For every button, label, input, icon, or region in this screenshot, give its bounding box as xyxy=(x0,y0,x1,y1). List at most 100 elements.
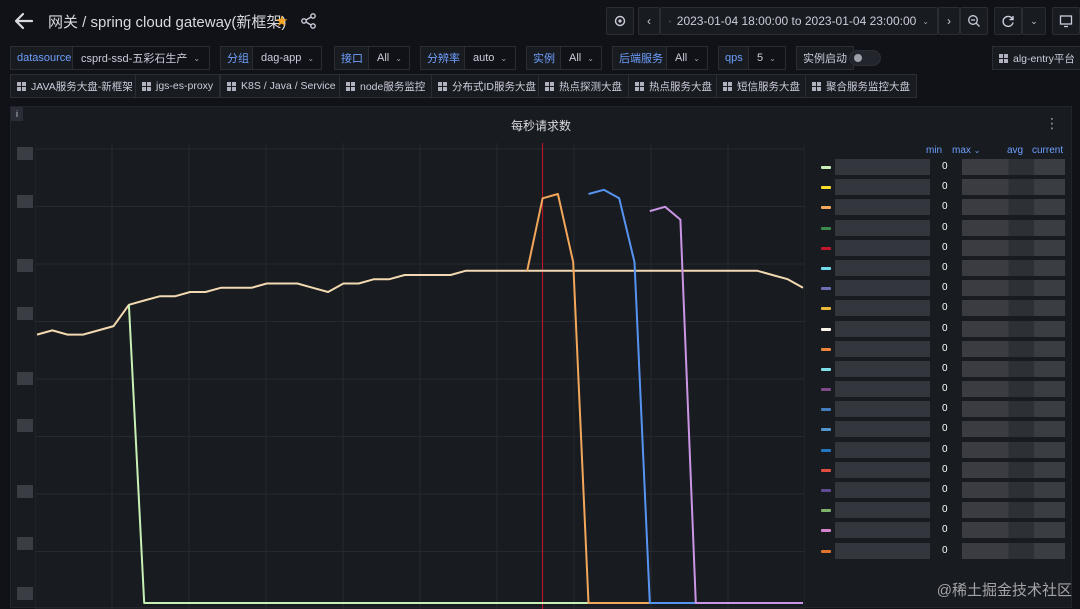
dashboard-link[interactable]: 聚合服务监控大盘 xyxy=(805,74,917,98)
legend-row[interactable]: 0 xyxy=(817,359,1067,379)
legend-header-label: max xyxy=(952,145,971,156)
chevron-right-icon: › xyxy=(947,14,951,28)
var-select-backend[interactable]: All ⌄ xyxy=(666,46,708,70)
legend-row[interactable]: 0 xyxy=(817,520,1067,540)
chevron-down-icon: ⌄ xyxy=(922,16,929,26)
legend-min-value: 0 xyxy=(942,544,948,556)
legend-header-max[interactable]: max ⌄ xyxy=(952,145,980,156)
zoom-out-icon xyxy=(968,15,980,27)
dashboard-link[interactable]: node服务监控 xyxy=(339,74,433,98)
legend-series-name-redacted xyxy=(835,360,930,377)
legend-row[interactable]: 0 xyxy=(817,541,1067,561)
var-label-group: 分组 xyxy=(220,46,256,70)
legend-stats-redacted xyxy=(962,340,1065,357)
dashboard-title[interactable]: 网关 / spring cloud gateway(新框架) xyxy=(48,11,286,32)
zoom-out-button[interactable] xyxy=(960,7,988,35)
legend-color-swatch xyxy=(821,388,831,392)
legend-row[interactable]: 0 xyxy=(817,278,1067,298)
legend-series-name-redacted xyxy=(835,401,930,418)
dashboard-grid-icon xyxy=(999,53,1008,63)
settings-button[interactable] xyxy=(606,7,634,35)
legend-row[interactable]: 0 xyxy=(817,339,1067,359)
legend-series-name-redacted xyxy=(835,199,930,216)
dashboard-link[interactable]: 分布式ID服务大盘 xyxy=(431,74,543,98)
legend-color-swatch xyxy=(821,408,831,412)
legend-row[interactable]: 0 xyxy=(817,379,1067,399)
refresh-button[interactable] xyxy=(994,7,1022,35)
legend-stats-redacted xyxy=(962,401,1065,418)
legend-row[interactable]: 0 xyxy=(817,157,1067,177)
var-select-group[interactable]: dag-app ⌄ xyxy=(252,46,322,70)
legend-row[interactable]: 0 xyxy=(817,319,1067,339)
link-label: alg-entry平台 xyxy=(1013,52,1075,65)
legend-row[interactable]: 0 xyxy=(817,399,1067,419)
rps-panel: i 每秒请求数 ⋮ min max ⌄ avg current 00000000… xyxy=(10,106,1072,609)
refresh-icon xyxy=(1002,15,1014,28)
legend-min-value: 0 xyxy=(942,201,948,213)
var-value: csprd-ssd-五彩石生产 xyxy=(81,53,188,65)
legend-row[interactable]: 0 xyxy=(817,298,1067,318)
link-label: 热点探测大盘 xyxy=(559,80,622,93)
legend-series-name-redacted xyxy=(835,522,930,539)
clock-icon xyxy=(669,20,671,22)
rps-line-chart[interactable] xyxy=(35,143,805,609)
legend-row[interactable]: 0 xyxy=(817,419,1067,439)
legend-min-value: 0 xyxy=(942,362,948,374)
var-label-datasource: datasource xyxy=(10,46,79,70)
legend-header-avg[interactable]: avg xyxy=(1007,145,1023,156)
dashboard-grid-icon xyxy=(812,81,821,91)
link-label: 分布式ID服务大盘 xyxy=(452,80,536,93)
dashboard-link[interactable]: K8S / Java / Service xyxy=(220,74,343,98)
var-select-resolution[interactable]: auto ⌄ xyxy=(464,46,516,70)
series-line-3 xyxy=(588,188,803,604)
back-arrow-icon[interactable] xyxy=(12,9,36,33)
panel-title[interactable]: 每秒请求数 xyxy=(11,117,1071,134)
legend-row[interactable]: 0 xyxy=(817,460,1067,480)
link-alg-entry[interactable]: alg-entry平台 xyxy=(992,46,1080,70)
legend-header-current[interactable]: current xyxy=(1032,145,1063,156)
legend-min-value: 0 xyxy=(942,322,948,334)
var-select-instance[interactable]: All ⌄ xyxy=(560,46,602,70)
dashboard-link[interactable]: JAVA服务大盘-新框架 xyxy=(10,74,140,98)
dashboard-link[interactable]: 热点探测大盘 xyxy=(538,74,629,98)
dashboard-link[interactable]: 短信服务大盘 xyxy=(716,74,807,98)
refresh-interval-dropdown[interactable]: ⌄ xyxy=(1022,7,1046,35)
legend-min-value: 0 xyxy=(942,302,948,314)
time-shift-back-button[interactable]: ‹ xyxy=(638,7,660,35)
instance-start-toggle[interactable] xyxy=(849,50,881,66)
legend-row[interactable]: 0 xyxy=(817,258,1067,278)
legend-series-name-redacted xyxy=(835,542,930,559)
legend-stats-redacted xyxy=(962,461,1065,478)
time-range-picker[interactable]: 2023-01-04 18:00:00 to 2023-01-04 23:00:… xyxy=(660,7,938,35)
panel-menu-icon[interactable]: ⋮ xyxy=(1045,115,1059,132)
dashboard-link[interactable]: 热点服务大盘 xyxy=(628,74,719,98)
legend-row[interactable]: 0 xyxy=(817,218,1067,238)
share-icon[interactable] xyxy=(300,12,318,30)
star-icon[interactable]: ★ xyxy=(275,12,288,30)
var-label-instance: 实例 xyxy=(526,46,562,70)
legend-row[interactable]: 0 xyxy=(817,480,1067,500)
legend-row[interactable]: 0 xyxy=(817,500,1067,520)
legend-color-swatch xyxy=(821,367,831,371)
legend-series-name-redacted xyxy=(835,482,930,498)
dashboard-grid-icon xyxy=(545,81,554,91)
chevron-down-icon: ⌄ xyxy=(500,53,508,63)
legend-row[interactable]: 0 xyxy=(817,177,1067,197)
dashboard-link[interactable]: jgs-es-proxy xyxy=(135,74,221,98)
tv-mode-button[interactable] xyxy=(1052,7,1080,35)
var-label-endpoint: 接口 xyxy=(334,46,370,70)
var-select-qps[interactable]: 5 ⌄ xyxy=(748,46,786,70)
var-value: All xyxy=(569,52,582,64)
legend-min-value: 0 xyxy=(942,241,948,253)
legend-row[interactable]: 0 xyxy=(817,238,1067,258)
var-value: All xyxy=(377,52,390,64)
var-select-datasource[interactable]: csprd-ssd-五彩石生产 ⌄ xyxy=(72,46,210,70)
legend-header-min[interactable]: min xyxy=(926,145,942,156)
legend-series-name-redacted xyxy=(835,502,930,519)
toggle-knob xyxy=(854,54,862,62)
time-shift-forward-button[interactable]: › xyxy=(938,7,960,35)
legend-row[interactable]: 0 xyxy=(817,440,1067,460)
legend-series-name-redacted xyxy=(835,441,930,458)
var-select-endpoint[interactable]: All ⌄ xyxy=(368,46,410,70)
legend-row[interactable]: 0 xyxy=(817,197,1067,217)
